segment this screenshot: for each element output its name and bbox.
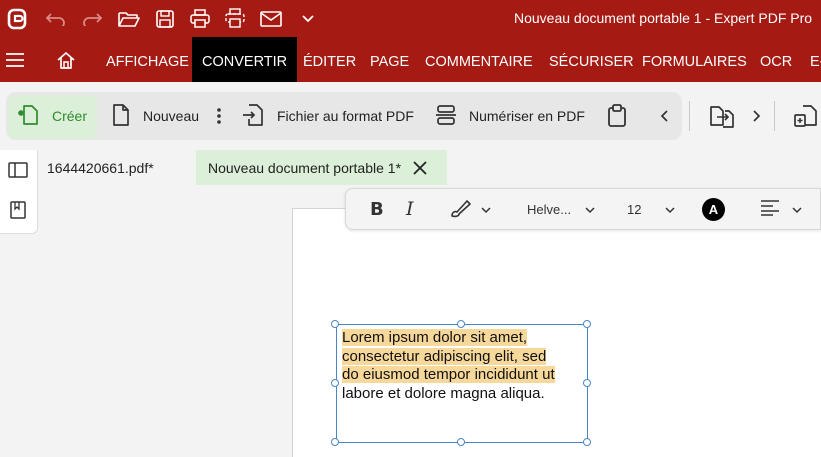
redo-icon[interactable] bbox=[80, 0, 104, 37]
tab-convertir[interactable]: CONVERTIR bbox=[192, 37, 298, 82]
font-size-value: 12 bbox=[627, 201, 642, 217]
app-logo-icon[interactable] bbox=[5, 0, 29, 37]
side-panel bbox=[0, 150, 38, 234]
hamburger-menu-icon[interactable] bbox=[6, 37, 26, 82]
undo-icon[interactable] bbox=[44, 0, 68, 37]
tab-editer[interactable]: ÉDITER bbox=[303, 37, 356, 82]
resize-handle-bottom[interactable] bbox=[457, 438, 465, 446]
create-document-icon bbox=[18, 103, 40, 130]
title-bar: Nouveau document portable 1 - Expert PDF… bbox=[0, 0, 821, 37]
italic-icon: I bbox=[406, 198, 414, 220]
text-align-button[interactable] bbox=[760, 188, 802, 230]
text-color-icon: A bbox=[702, 197, 725, 221]
font-family-value: Helve... bbox=[527, 201, 572, 217]
unselected-text: labore et dolore magna aliqua. bbox=[342, 384, 545, 402]
text-color-button[interactable]: A bbox=[702, 188, 725, 230]
more-options-icon[interactable] bbox=[215, 82, 223, 150]
chevron-right-icon[interactable] bbox=[751, 82, 761, 150]
text-line[interactable]: Lorem ipsum dolor sit amet, bbox=[342, 329, 528, 348]
new-label: Nouveau bbox=[143, 108, 200, 124]
align-left-icon bbox=[760, 199, 780, 219]
tab-formulaires[interactable]: FORMULAIRES bbox=[642, 37, 747, 82]
scan-to-pdf-button[interactable]: Numériser en PDF bbox=[435, 82, 585, 150]
selected-text: Lorem ipsum dolor sit amet, bbox=[342, 329, 528, 346]
bold-icon: B bbox=[370, 198, 384, 220]
scan-to-pdf-label: Numériser en PDF bbox=[469, 108, 585, 124]
resize-handle-left[interactable] bbox=[331, 379, 339, 387]
text-color-letter: A bbox=[708, 201, 719, 217]
close-tab-icon[interactable] bbox=[413, 160, 427, 175]
save-icon[interactable] bbox=[153, 0, 177, 37]
selected-text: consectetur adipiscing elit, sed bbox=[342, 347, 547, 365]
brush-icon bbox=[449, 198, 475, 221]
text-line[interactable]: labore et dolore magna aliqua. bbox=[342, 385, 545, 404]
file-to-pdf-label: Fichier au format PDF bbox=[277, 108, 414, 124]
font-family-select[interactable]: Helve... bbox=[527, 188, 595, 230]
chevron-down-icon bbox=[665, 202, 675, 217]
tab-page[interactable]: PAGE bbox=[370, 37, 409, 82]
text-line[interactable]: consectetur adipiscing elit, sed bbox=[342, 347, 547, 367]
window-title: Nouveau document portable 1 - Expert PDF… bbox=[514, 10, 813, 26]
resize-handle-top-left[interactable] bbox=[331, 320, 339, 328]
print-icon[interactable] bbox=[188, 0, 212, 37]
scan-print-icon[interactable] bbox=[223, 0, 247, 37]
clipboard-icon[interactable] bbox=[607, 82, 627, 150]
create-label: Créer bbox=[52, 108, 88, 124]
document-tab-label: 1644420661.pdf* bbox=[47, 159, 154, 176]
chevron-down-icon[interactable] bbox=[297, 0, 319, 37]
chevron-down-icon bbox=[792, 202, 802, 217]
document-tab[interactable]: 1644420661.pdf* bbox=[47, 150, 154, 185]
font-size-select[interactable]: 12 bbox=[627, 188, 675, 230]
highlight-color-button[interactable] bbox=[449, 188, 491, 230]
ribbon-separator bbox=[689, 101, 690, 131]
panel-toggle-icon[interactable] bbox=[8, 162, 28, 183]
tab-securiser[interactable]: SÉCURISER bbox=[549, 37, 634, 82]
file-to-pdf-icon bbox=[241, 103, 265, 130]
new-button[interactable]: Nouveau bbox=[111, 82, 199, 150]
create-button[interactable]: Créer bbox=[18, 82, 87, 150]
resize-handle-bottom-right[interactable] bbox=[583, 438, 591, 446]
resize-handle-top-right[interactable] bbox=[583, 320, 591, 328]
chevron-down-icon bbox=[481, 202, 491, 217]
tab-e[interactable]: E- bbox=[810, 37, 821, 82]
tab-commentaire[interactable]: COMMENTAIRE bbox=[425, 37, 533, 82]
italic-button[interactable]: I bbox=[406, 188, 414, 230]
home-icon[interactable] bbox=[56, 37, 78, 82]
ribbon-tab-bar: AFFICHAGE CONVERTIR ÉDITER PAGE COMMENTA… bbox=[0, 37, 821, 82]
convert-pages-icon[interactable] bbox=[709, 82, 735, 150]
selected-text: do eiusmod tempor incididunt ut bbox=[342, 366, 555, 383]
scanner-icon bbox=[435, 104, 457, 129]
insert-pages-icon[interactable] bbox=[793, 82, 819, 150]
tab-ocr[interactable]: OCR bbox=[760, 37, 792, 82]
tab-affichage[interactable]: AFFICHAGE bbox=[106, 37, 189, 82]
resize-handle-top[interactable] bbox=[457, 320, 465, 328]
new-document-icon bbox=[111, 103, 131, 130]
chevron-left-icon[interactable] bbox=[660, 82, 670, 150]
open-folder-icon[interactable] bbox=[117, 0, 141, 37]
chevron-down-icon bbox=[585, 202, 595, 217]
text-line[interactable]: do eiusmod tempor incididunt ut bbox=[342, 366, 555, 385]
document-tab-active[interactable]: Nouveau document portable 1* bbox=[196, 150, 447, 185]
bookmark-icon[interactable] bbox=[10, 201, 26, 224]
bold-button[interactable]: B bbox=[370, 188, 384, 230]
email-icon[interactable] bbox=[259, 0, 283, 37]
document-tab-label-active: Nouveau document portable 1* bbox=[208, 159, 402, 176]
resize-handle-bottom-left[interactable] bbox=[331, 438, 339, 446]
ribbon-separator-2 bbox=[774, 101, 775, 131]
resize-handle-right[interactable] bbox=[583, 379, 591, 387]
file-to-pdf-button[interactable]: Fichier au format PDF bbox=[241, 82, 414, 150]
